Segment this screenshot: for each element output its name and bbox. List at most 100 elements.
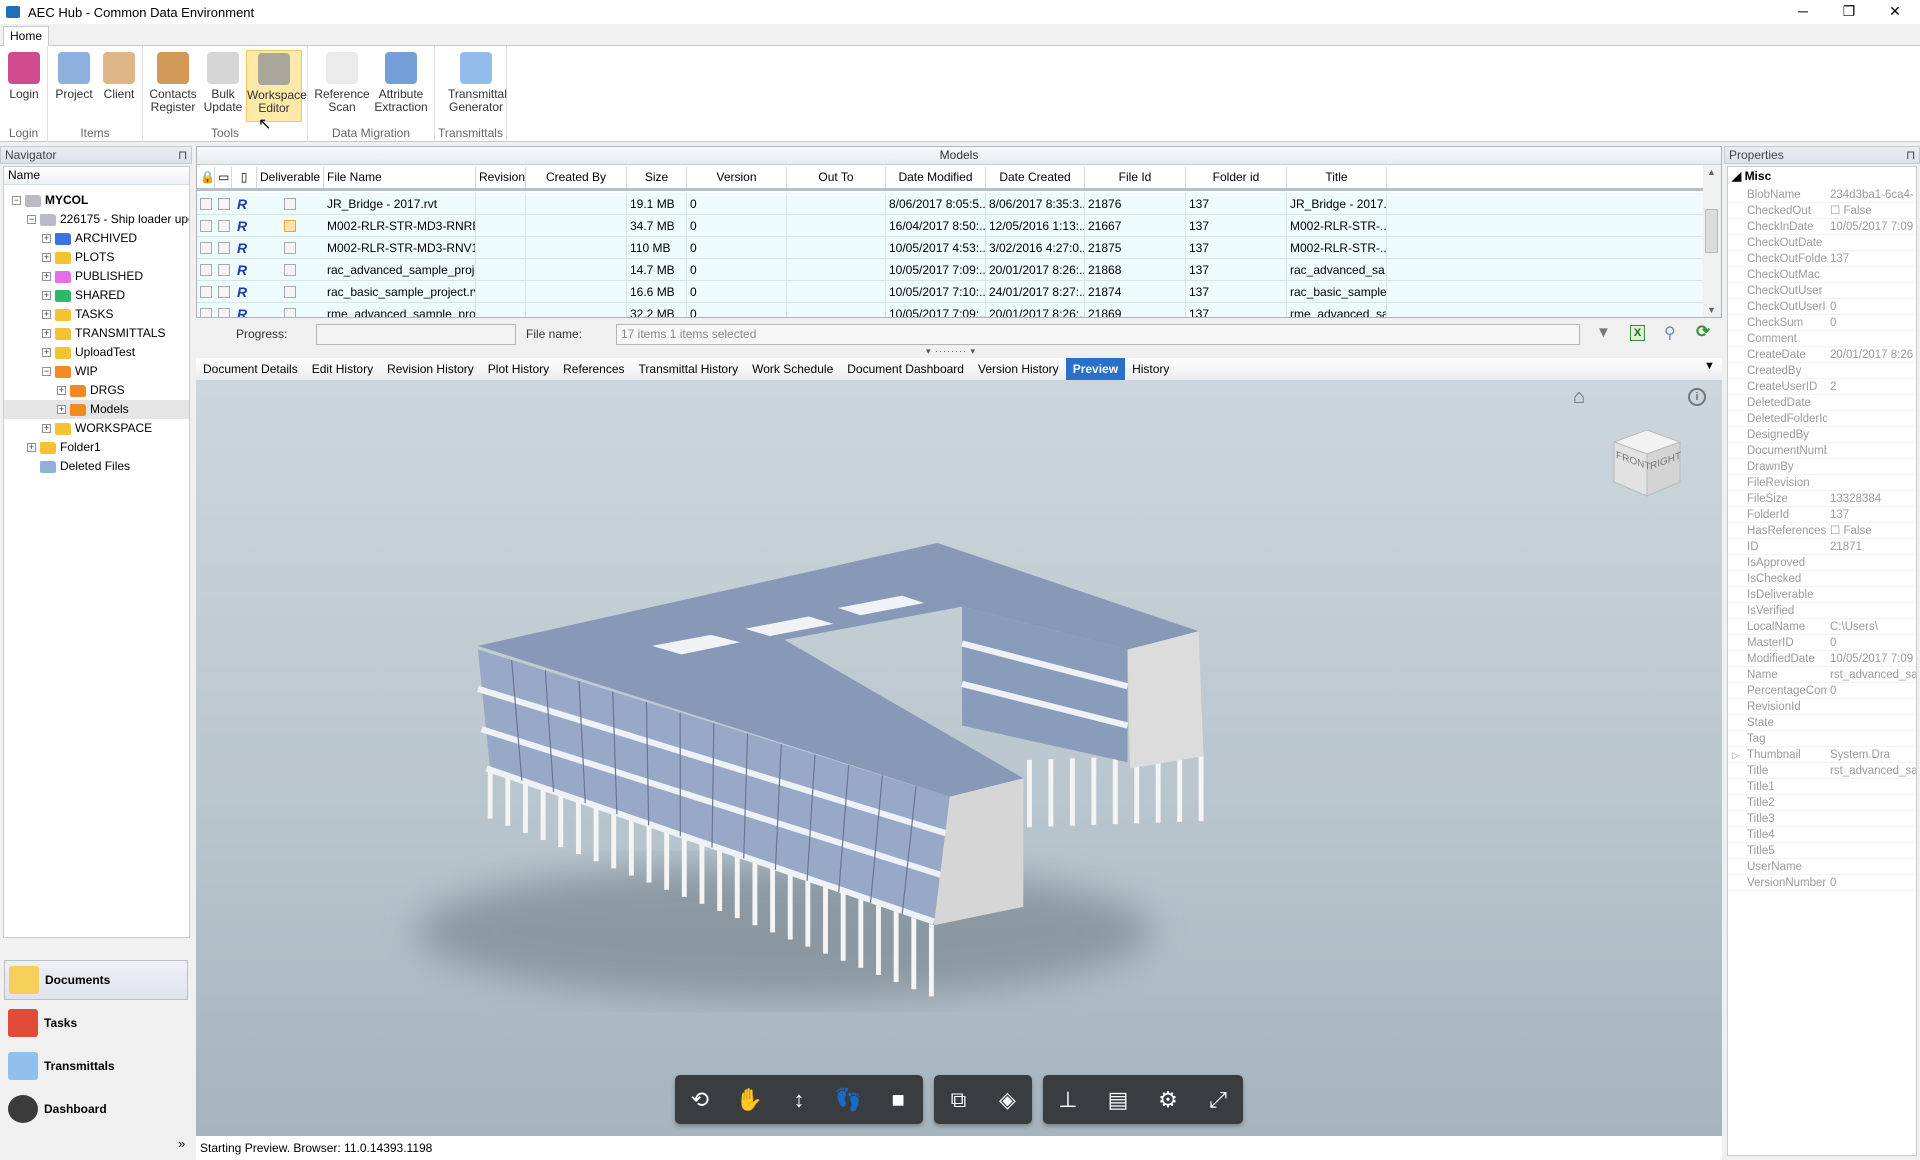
tree-item[interactable]: + UploadTest (42, 343, 135, 362)
nav-transmittals[interactable]: Transmittals (4, 1046, 188, 1086)
view-cube[interactable]: FRONT RIGHT (1610, 426, 1684, 500)
property-row[interactable]: CheckSum 0 (1728, 315, 1916, 331)
tab-version-history[interactable]: Version History (971, 358, 1066, 380)
tree-item[interactable]: + Folder1 (27, 438, 101, 457)
table-row[interactable]: R JR_Bridge - 2017.rvt 19.1 MB 0 8/06/2017 8… (197, 193, 1703, 215)
lock-checkbox[interactable] (200, 264, 212, 276)
tree-item[interactable]: + TRANSMITTALS (42, 324, 165, 343)
refresh-icon[interactable]: ⟳ (1696, 322, 1710, 342)
table-row[interactable]: Rrac_basic_sample_project.rvt 16.6 MB 0 10/… (197, 281, 1703, 303)
tree-item[interactable]: Deleted Files (27, 457, 130, 476)
tree-item[interactable]: − WIP (42, 362, 98, 381)
model-browser-icon[interactable]: ⊥ (1053, 1085, 1083, 1115)
property-row[interactable]: LocalName C:\Users\ (1728, 619, 1916, 635)
pin-icon[interactable]: ⊓ (178, 147, 187, 163)
splitter-handle[interactable]: ▾ ········ ▾ (926, 346, 976, 357)
property-row[interactable]: HasReferences ☐ False (1728, 523, 1916, 539)
property-row[interactable]: CreatedBy (1728, 363, 1916, 379)
collapse-icon[interactable]: − (27, 215, 36, 224)
client-button[interactable]: Client (98, 50, 140, 122)
nav-tasks[interactable]: Tasks (4, 1003, 188, 1043)
checkout-folder-icon[interactable]: ▭ (215, 167, 232, 188)
tree-item[interactable]: + PUBLISHED (42, 267, 143, 286)
column-header-folder-id[interactable]: Folder id (1186, 167, 1287, 188)
project-button[interactable]: Project (52, 50, 96, 122)
expand-icon[interactable]: + (42, 310, 51, 319)
column-header-file-id[interactable]: File Id (1085, 167, 1186, 188)
property-row[interactable]: IsApproved (1728, 555, 1916, 571)
column-header-revision[interactable]: Revision (476, 167, 526, 188)
collapse-triangle-icon[interactable]: ◢ (1732, 169, 1745, 183)
excel-export-icon[interactable]: X (1630, 325, 1645, 341)
expand-icon[interactable]: + (57, 405, 66, 414)
deliverable-checkbox[interactable] (284, 220, 296, 232)
deliverable-checkbox[interactable] (284, 242, 296, 254)
nav-documents[interactable]: Documents (4, 960, 188, 1000)
deliverable-checkbox[interactable] (284, 264, 296, 276)
property-row[interactable]: Title2 (1728, 795, 1916, 811)
property-row[interactable]: DocumentNumb (1728, 443, 1916, 459)
pan-hand-icon[interactable]: ✋ (734, 1085, 764, 1115)
property-row[interactable]: MasterID 0 (1728, 635, 1916, 651)
property-row[interactable]: DrawnBy (1728, 459, 1916, 475)
tree-item[interactable]: + Models (4, 400, 189, 419)
home-view-icon[interactable]: ⌂ (1573, 386, 1585, 409)
property-row[interactable]: BlobName 234d3ba1-6ca4- (1728, 187, 1916, 203)
property-row[interactable]: CheckOutUserI 0 (1728, 299, 1916, 315)
tree-item[interactable]: + WORKSPACE (42, 419, 152, 438)
section-cube-icon[interactable]: ◈ (993, 1085, 1023, 1115)
grid-vertical-scrollbar[interactable]: ▲ ▼ (1703, 165, 1721, 317)
tree-item[interactable]: − 226175 - Ship loader upgrade (27, 210, 189, 229)
tab-references[interactable]: References (556, 358, 631, 380)
expand-icon[interactable]: + (42, 348, 51, 357)
property-row[interactable]: ▷ Thumbnail System.Dra (1728, 747, 1916, 763)
property-row[interactable]: RevisionId (1728, 699, 1916, 715)
table-row[interactable]: R M002-RLR-STR-MD3-RNRB... 34.7 MB 0 16/04/2… (197, 215, 1703, 237)
property-row[interactable]: DeletedFolderId (1728, 411, 1916, 427)
preview-viewer[interactable]: ⌂ i FRONT RIGHT ⟲ ✋ ↕ 👣 ■ ⧉ ◈ ⊥ ▤ ⚙ ⤢ (196, 380, 1722, 1136)
checkout-checkbox[interactable] (218, 264, 230, 276)
tree-item[interactable]: − MYCOL (12, 191, 88, 210)
property-row[interactable]: CheckOutMac (1728, 267, 1916, 283)
workspace-button[interactable]: Workspace Editor (246, 50, 307, 122)
property-row[interactable]: CheckOutUser (1728, 283, 1916, 299)
properties-panel-icon[interactable]: ▤ (1103, 1085, 1133, 1115)
property-row[interactable]: FileSize 13328384 (1728, 491, 1916, 507)
tab-history[interactable]: History (1125, 358, 1176, 380)
tree-item[interactable]: + ARCHIVED (42, 229, 137, 248)
walk-footprints-icon[interactable]: 👣 (834, 1085, 864, 1115)
filename-field[interactable]: 17 items 1 items selected (616, 324, 1580, 345)
transmittal-button[interactable]: Transmittal Generator (448, 50, 507, 122)
checkout-checkbox[interactable] (218, 286, 230, 298)
lock-icon[interactable]: 🔒 (197, 167, 215, 188)
property-row[interactable]: Title5 (1728, 843, 1916, 859)
property-row[interactable]: Title rst_advanced_sa (1728, 763, 1916, 779)
expand-icon[interactable]: + (42, 253, 51, 262)
column-header-title[interactable]: Title (1287, 167, 1387, 188)
lock-checkbox[interactable] (200, 242, 212, 254)
property-row[interactable]: DesignedBy (1728, 427, 1916, 443)
tab-revision-history[interactable]: Revision History (380, 358, 481, 380)
fullscreen-icon[interactable]: ⤢ (1203, 1085, 1233, 1115)
property-row[interactable]: Tag (1728, 731, 1916, 747)
table-row[interactable]: Rrme_advanced_sample_proj... 32.2 MB 0 10/0… (197, 303, 1703, 317)
expand-icon[interactable]: + (42, 291, 51, 300)
pin-icon[interactable]: ⊓ (1906, 147, 1915, 163)
nav-dashboard[interactable]: Dashboard (4, 1089, 188, 1129)
tab-edit-history[interactable]: Edit History (305, 358, 380, 380)
property-row[interactable]: IsChecked (1728, 571, 1916, 587)
tab-document-details[interactable]: Document Details (196, 358, 305, 380)
property-row[interactable]: State (1728, 715, 1916, 731)
tab-preview[interactable]: Preview (1065, 358, 1126, 380)
settings-gear-icon[interactable]: ⚙ (1153, 1085, 1183, 1115)
contacts-button[interactable]: Contacts Register (148, 50, 198, 122)
expand-icon[interactable]: + (42, 272, 51, 281)
tree-item[interactable]: + TASKS (42, 305, 113, 324)
orbit-icon[interactable]: ⟲ (685, 1085, 715, 1115)
more-nav-chevron[interactable]: » (178, 1136, 185, 1151)
property-row[interactable]: DeletedDate (1728, 395, 1916, 411)
filter-icon[interactable]: ▼ (1596, 324, 1611, 341)
tabs-overflow-chevron-icon[interactable]: ▼ (1704, 360, 1715, 372)
expand-icon[interactable]: + (42, 424, 51, 433)
checkout-checkbox[interactable] (218, 308, 230, 317)
